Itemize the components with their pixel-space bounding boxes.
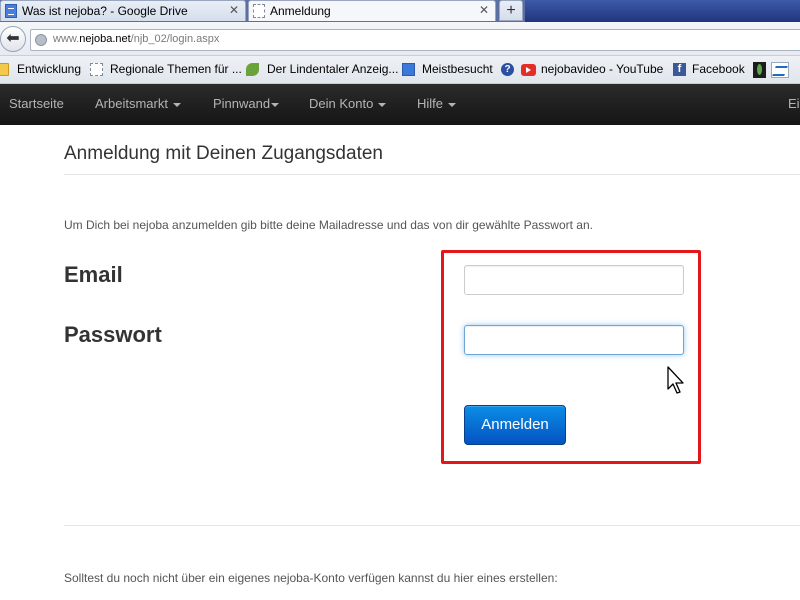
intro-text: Um Dich bei nejoba anzumelden gib bitte … <box>64 218 593 232</box>
aspnet-icon[interactable] <box>771 62 789 78</box>
url-text: www.nejoba.net/njb_02/login.aspx <box>53 33 220 45</box>
back-button[interactable]: ⬅ <box>0 26 26 52</box>
nav-hilfe[interactable]: Hilfe <box>417 96 457 111</box>
tab-google-drive[interactable]: Was ist nejoba? - Google Drive ✕ <box>0 0 246 21</box>
globe-icon <box>35 34 47 46</box>
tab-label: Anmeldung <box>270 4 331 18</box>
tab-label: Was ist nejoba? - Google Drive <box>22 4 188 18</box>
bookmark-label: Meistbesucht <box>422 62 493 76</box>
folder-icon <box>0 63 9 76</box>
browser-tab-strip: Was ist nejoba? - Google Drive ✕ Anmeldu… <box>0 0 800 22</box>
nav-startseite[interactable]: Startseite <box>9 96 64 111</box>
close-tab-icon[interactable]: ✕ <box>479 1 489 20</box>
email-field[interactable] <box>464 265 684 295</box>
password-label: Passwort <box>64 322 162 347</box>
bookmark-label: Der Lindentaler Anzeig... <box>267 62 399 76</box>
leaf-icon <box>246 63 259 76</box>
back-arrow-icon: ⬅ <box>6 30 20 47</box>
most-visited-icon <box>402 63 415 76</box>
page-title: Anmeldung mit Deinen Zugangsdaten <box>64 143 383 164</box>
tab-strip-background <box>525 0 800 22</box>
url-domain: nejoba.net <box>79 33 131 45</box>
divider <box>64 525 800 526</box>
google-docs-icon <box>5 4 17 18</box>
email-label: Email <box>64 262 123 287</box>
blank-page-icon <box>90 63 103 76</box>
site-navbar: Startseite Arbeitsmarkt Pinnwand Dein Ko… <box>0 84 800 125</box>
mongodb-leaf-icon[interactable] <box>753 62 766 78</box>
bookmarks-toolbar: Entwicklung Regionale Themen für ... Der… <box>0 56 800 84</box>
caret-down-icon <box>271 102 280 107</box>
mouse-cursor-icon <box>667 366 684 394</box>
login-button[interactable]: Anmelden <box>464 405 566 445</box>
nav-dein-konto[interactable]: Dein Konto <box>309 96 387 111</box>
new-tab-button[interactable]: + <box>499 0 523 21</box>
nav-arbeitsmarkt[interactable]: Arbeitsmarkt <box>95 96 181 111</box>
blank-page-icon <box>253 4 265 18</box>
divider <box>64 174 800 175</box>
close-tab-icon[interactable]: ✕ <box>229 1 239 20</box>
caret-down-icon <box>448 102 457 107</box>
help-icon: ? <box>501 63 514 76</box>
caret-down-icon <box>378 102 387 107</box>
bookmark-label: Entwicklung <box>17 62 82 76</box>
register-prompt-text: Solltest du noch nicht über ein eigenes … <box>64 571 558 585</box>
bookmark-label: nejobavideo - YouTube <box>541 62 664 76</box>
facebook-icon: f <box>673 63 686 76</box>
youtube-icon <box>521 64 536 76</box>
password-field[interactable] <box>464 325 684 355</box>
nav-right-item[interactable]: Ei <box>788 96 800 111</box>
tab-anmeldung[interactable]: Anmeldung ✕ <box>248 0 496 21</box>
caret-down-icon <box>172 102 181 107</box>
address-bar[interactable]: www.nejoba.net/njb_02/login.aspx <box>30 29 800 51</box>
bookmark-label: Facebook <box>692 62 745 76</box>
bookmark-label: Regionale Themen für ... <box>110 62 242 76</box>
nav-pinnwand[interactable]: Pinnwand <box>213 96 280 111</box>
browser-navigation-bar: ⬅ www.nejoba.net/njb_02/login.aspx <box>0 22 800 56</box>
